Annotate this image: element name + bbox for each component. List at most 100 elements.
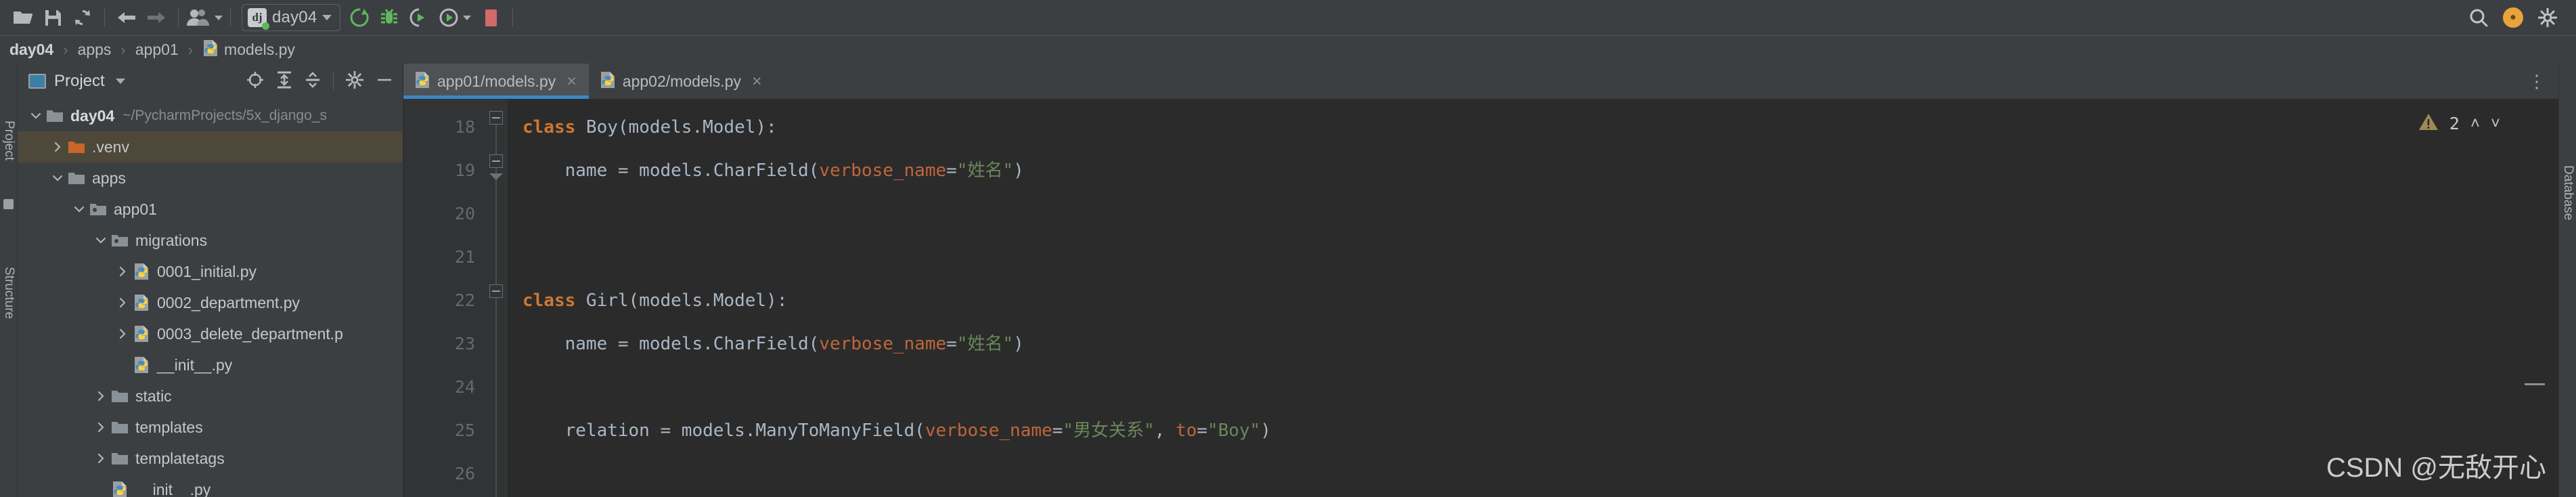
tree-row-0002-department-py[interactable]: 0002_department.py bbox=[18, 287, 403, 318]
previous-problem-icon[interactable]: ˄ bbox=[2470, 114, 2480, 133]
chevron-down-icon[interactable] bbox=[92, 234, 110, 246]
collapse-all-icon[interactable] bbox=[305, 71, 321, 92]
forward-arrow-icon[interactable] bbox=[141, 3, 171, 33]
gear-icon[interactable] bbox=[2533, 3, 2562, 33]
tree-row-migrations[interactable]: migrations bbox=[18, 225, 403, 256]
chevron-right-icon[interactable] bbox=[114, 297, 131, 309]
code-line[interactable] bbox=[523, 452, 2558, 496]
chevron-down-icon[interactable] bbox=[27, 110, 45, 122]
tree-row-label: 0002_department.py bbox=[157, 293, 300, 311]
chevron-right-icon[interactable] bbox=[92, 452, 110, 464]
locate-icon[interactable] bbox=[246, 71, 264, 92]
tree-row-0003-delete-department-p[interactable]: 0003_delete_department.p bbox=[18, 318, 403, 349]
code-token: (models.Model): bbox=[628, 290, 788, 311]
tree-row--venv[interactable]: .venv bbox=[18, 131, 403, 163]
editor-tab-app02-models-py[interactable]: app02/models.py × bbox=[588, 64, 774, 99]
stop-button[interactable] bbox=[476, 3, 506, 33]
tree-row-templatetags[interactable]: templatetags bbox=[18, 443, 403, 474]
run-with-coverage-button[interactable] bbox=[404, 3, 434, 33]
expand-all-icon[interactable] bbox=[276, 71, 292, 92]
tree-row-apps[interactable]: apps bbox=[18, 163, 403, 194]
tree-row-label: __init__.py bbox=[135, 480, 211, 497]
left-tool-strip: Project Structure bbox=[0, 64, 18, 497]
chevron-right-icon[interactable] bbox=[49, 141, 66, 153]
breadcrumb-item-2[interactable]: app01 bbox=[135, 41, 179, 59]
sync-icon[interactable] bbox=[68, 3, 97, 33]
project-panel-title: Project bbox=[54, 72, 105, 90]
tree-row--init-py[interactable]: __init__.py bbox=[18, 349, 403, 381]
code-token: "姓名" bbox=[956, 334, 1014, 354]
code-line[interactable] bbox=[523, 366, 2558, 409]
editor-area: app01/models.py × app02/models.py × ⋮ 18 19 2… bbox=[403, 64, 2562, 497]
tree-row-label: 0003_delete_department.p bbox=[157, 324, 343, 343]
toolbar-divider-2 bbox=[178, 9, 179, 26]
chevron-right-icon[interactable] bbox=[114, 265, 131, 278]
tree-row-0001-initial-py[interactable]: 0001_initial.py bbox=[18, 256, 403, 287]
run-button[interactable] bbox=[345, 3, 374, 33]
editor-tab-label: app02/models.py bbox=[622, 72, 741, 90]
tree-row-static[interactable]: static bbox=[18, 381, 403, 412]
code-content[interactable]: class Boy(models.Model): name = models.C… bbox=[508, 99, 2558, 497]
fold-marker-class-boy[interactable] bbox=[489, 111, 503, 125]
chevron-right-icon[interactable] bbox=[114, 328, 131, 340]
project-tree[interactable]: day04 ~/PycharmProjects/5x_django_s .venv a… bbox=[18, 99, 403, 497]
right-strip-tab-database[interactable]: Database bbox=[2560, 165, 2575, 220]
editor-tab-app01-models-py[interactable]: app01/models.py × bbox=[403, 64, 589, 99]
chevron-down-icon[interactable] bbox=[49, 172, 66, 184]
left-strip-tab-project[interactable]: Project bbox=[1, 121, 16, 160]
fold-marker-line19[interactable] bbox=[489, 154, 503, 168]
line-number: 23 bbox=[454, 334, 475, 353]
gear-icon[interactable] bbox=[345, 70, 364, 92]
search-icon[interactable] bbox=[2464, 3, 2493, 33]
tree-row-day04[interactable]: day04 ~/PycharmProjects/5x_django_s bbox=[18, 100, 403, 131]
avatar[interactable]: ● bbox=[2503, 7, 2523, 28]
code-line[interactable]: name = models.CharField(verbose_name="姓名… bbox=[523, 322, 2558, 366]
inspection-widget[interactable]: 2 ˄ ˅ bbox=[2418, 112, 2500, 135]
python-file-icon bbox=[600, 71, 616, 92]
code-line[interactable]: class Girl(models.Model): bbox=[523, 279, 2558, 322]
tree-row-label: templatetags bbox=[135, 449, 225, 467]
breadcrumb-item-3[interactable]: models.py bbox=[224, 41, 295, 59]
next-problem-icon[interactable]: ˅ bbox=[2491, 114, 2500, 133]
line-number: 25 bbox=[454, 420, 475, 440]
save-icon[interactable] bbox=[38, 3, 68, 33]
hide-panel-icon[interactable] bbox=[376, 71, 393, 92]
line-number: 26 bbox=[454, 464, 475, 483]
run-configuration-selector[interactable]: dj day04 bbox=[242, 4, 341, 31]
breadcrumb: day04 › apps › app01 › models.py bbox=[0, 35, 2576, 64]
code-token: verbose_name bbox=[925, 420, 1052, 441]
code-fold-column[interactable] bbox=[485, 99, 508, 497]
tree-row-templates[interactable]: templates bbox=[18, 412, 403, 443]
user-group-icon[interactable] bbox=[185, 3, 223, 33]
more-options-icon[interactable]: ⋮ bbox=[2528, 71, 2546, 92]
code-line[interactable]: class Boy(models.Model): bbox=[523, 106, 2558, 149]
chevron-down-icon[interactable] bbox=[115, 79, 125, 84]
breadcrumb-item-1[interactable]: apps bbox=[78, 41, 112, 59]
python-file-icon bbox=[131, 294, 152, 311]
chevron-right-icon[interactable] bbox=[92, 421, 110, 433]
close-icon[interactable]: × bbox=[752, 72, 762, 90]
breadcrumb-item-0[interactable]: day04 bbox=[9, 41, 53, 59]
debug-button[interactable] bbox=[374, 3, 404, 33]
tree-row--init-py[interactable]: __init__.py bbox=[18, 474, 403, 497]
back-arrow-icon[interactable] bbox=[112, 3, 141, 33]
code-line[interactable]: relation = models.ManyToManyField(verbos… bbox=[523, 409, 2558, 452]
python-file-icon bbox=[131, 356, 152, 374]
chevron-right-icon[interactable] bbox=[92, 390, 110, 402]
avatar-letter: ● bbox=[2510, 12, 2516, 23]
chevron-down-icon[interactable] bbox=[70, 203, 88, 215]
code-line[interactable]: name = models.CharField(verbose_name="姓名… bbox=[523, 149, 2558, 192]
profile-button[interactable] bbox=[434, 3, 476, 33]
left-strip-tab-structure[interactable]: Structure bbox=[1, 267, 16, 319]
code-token: = bbox=[1197, 420, 1207, 441]
scrollbar-marker[interactable] bbox=[2525, 383, 2545, 385]
fold-marker-class-girl[interactable] bbox=[489, 284, 503, 298]
open-folder-icon[interactable] bbox=[8, 3, 38, 33]
python-file-icon bbox=[202, 39, 219, 60]
code-line[interactable] bbox=[523, 236, 2558, 279]
code-line[interactable] bbox=[523, 192, 2558, 236]
code-token: ) bbox=[1013, 334, 1024, 354]
toolbar-divider bbox=[104, 9, 105, 26]
close-icon[interactable]: × bbox=[567, 72, 577, 90]
tree-row-app01[interactable]: app01 bbox=[18, 194, 403, 225]
